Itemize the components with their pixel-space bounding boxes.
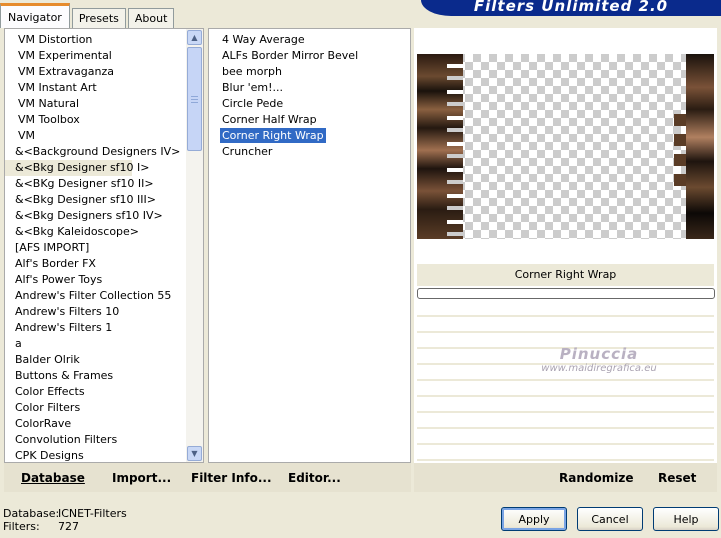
cancel-button[interactable]: Cancel <box>577 507 643 531</box>
filter-item-label: ALFs Border Mirror Bevel <box>222 49 359 62</box>
category-item[interactable]: Alf's Border FX <box>5 256 187 272</box>
category-item[interactable]: VM <box>5 128 187 144</box>
category-item[interactable]: Andrew's Filters 1 <box>5 320 187 336</box>
scroll-up-button[interactable]: ▲ <box>187 30 202 45</box>
watermark-title: Pinuccia <box>559 345 639 363</box>
filter-item[interactable]: 4 Way Average <box>209 32 410 48</box>
filter-item[interactable]: Cruncher <box>209 144 410 160</box>
category-item[interactable]: Color Effects <box>5 384 187 400</box>
filter-item-label: 4 Way Average <box>222 33 305 46</box>
apply-button-label: Apply <box>518 512 550 526</box>
filter-list[interactable]: 4 Way Average ALFs Border Mirror Bevel bee… <box>208 28 411 463</box>
category-item[interactable]: VM Experimental <box>5 48 187 64</box>
category-item[interactable]: Alf's Power Toys <box>5 272 187 288</box>
database-value: ICNET-Filters <box>58 507 127 520</box>
parameter-row <box>417 429 714 445</box>
category-item[interactable]: VM Extravaganza <box>5 64 187 80</box>
category-item[interactable]: Buttons & Frames <box>5 368 187 384</box>
import-button-label: Import... <box>112 470 172 485</box>
filters-count: 727 <box>58 520 79 533</box>
parameter-row <box>417 413 714 429</box>
filter-info-button[interactable]: Filter Info... <box>191 471 272 485</box>
tab-presets[interactable]: Presets <box>71 8 126 28</box>
database-button-label: Database <box>21 470 85 485</box>
watermark-url: www.maidiregrafica.eu <box>541 363 657 374</box>
help-button[interactable]: Help <box>653 507 719 531</box>
grip-icon <box>191 95 198 103</box>
filter-item-label: Corner Half Wrap <box>222 113 317 126</box>
filter-item-label: Cruncher <box>222 145 273 158</box>
reset-button-label: Reset <box>658 471 697 485</box>
scroll-thumb[interactable] <box>187 47 202 151</box>
category-item[interactable]: VM Toolbox <box>5 112 187 128</box>
reset-button[interactable]: Reset <box>658 471 696 485</box>
parameter-row <box>417 397 714 413</box>
category-item[interactable]: VM Distortion <box>5 32 187 48</box>
preview-panel: Corner Right Wrap <box>414 28 717 492</box>
filter-item[interactable]: ALFs Border Mirror Bevel <box>209 48 410 64</box>
editor-button-label: Editor... <box>288 470 341 485</box>
category-item[interactable]: CPK Designs <box>5 448 187 462</box>
parameter-row <box>417 301 714 317</box>
category-item[interactable]: Convolution Filters <box>5 432 187 448</box>
filter-info-button-label: Filter Info... <box>191 470 272 485</box>
right-toolbar: Randomize Reset <box>414 463 717 492</box>
status-info: Database:ICNET-Filters Filters: 727 <box>3 507 127 533</box>
editor-button[interactable]: Editor... <box>288 471 341 485</box>
parameter-rows <box>417 301 714 461</box>
filter-item[interactable]: Circle Pede <box>209 96 410 112</box>
scroll-down-button[interactable]: ▼ <box>187 446 202 461</box>
preview-left-edge <box>417 54 463 239</box>
filter-item-label: bee morph <box>222 65 282 78</box>
category-item[interactable]: Andrew's Filter Collection 55 <box>5 288 187 304</box>
left-toolbar: Database Import... Filter Info... Editor… <box>4 463 411 492</box>
category-item[interactable]: a <box>5 336 187 352</box>
randomize-button[interactable]: Randomize <box>559 471 633 485</box>
filter-item[interactable]: bee morph <box>209 64 410 80</box>
filter-item-label: Corner Right Wrap <box>220 128 326 143</box>
progress-bar <box>417 288 715 299</box>
category-item[interactable]: &<Bkg Kaleidoscope> <box>5 224 187 240</box>
category-item[interactable]: VM Instant Art <box>5 80 187 96</box>
category-item[interactable]: &<Bkg Designers sf10 IV> <box>5 208 187 224</box>
filters-label: Filters: <box>3 520 40 533</box>
filter-item-label: Circle Pede <box>222 97 284 110</box>
category-item[interactable]: &<Bkg Designer sf10 I> <box>5 160 150 176</box>
watermark: Pinuccia www.maidiregrafica.eu <box>534 345 664 374</box>
category-item[interactable]: &<Bkg Designer sf10 III> <box>5 192 187 208</box>
preview-right-edge <box>674 54 714 239</box>
category-item[interactable]: Balder Olrik <box>5 352 187 368</box>
import-button[interactable]: Import... <box>112 471 171 485</box>
database-label: Database: <box>3 507 60 520</box>
category-scrollbar[interactable]: ▲ ▼ <box>186 29 203 462</box>
filter-item-label: Blur 'em!... <box>222 81 283 94</box>
category-item[interactable]: [AFS IMPORT] <box>5 240 187 256</box>
category-panel: VM Distortion VM Experimental VM Extravaga… <box>4 28 204 463</box>
category-item[interactable]: Andrew's Filters 10 <box>5 304 187 320</box>
apply-button[interactable]: Apply <box>501 507 567 531</box>
category-item[interactable]: ColorRave <box>5 416 187 432</box>
help-button-label: Help <box>673 512 699 526</box>
filter-item[interactable]: Corner Right Wrap <box>209 128 410 144</box>
parameter-row <box>417 445 714 461</box>
category-item[interactable]: &<BKg Designer sf10 II> <box>5 176 187 192</box>
app-banner: Filters Unlimited 2.0 <box>421 0 721 16</box>
banner-title: Filters Unlimited 2.0 <box>473 0 669 15</box>
tab-bar: Navigator Presets About <box>0 0 176 28</box>
preview-image <box>417 54 714 239</box>
category-item[interactable]: VM Natural <box>5 96 187 112</box>
tab-navigator[interactable]: Navigator <box>0 3 70 28</box>
cancel-button-label: Cancel <box>591 512 629 526</box>
category-list[interactable]: VM Distortion VM Experimental VM Extravaga… <box>5 29 187 462</box>
database-button[interactable]: Database <box>21 471 85 485</box>
parameter-row <box>417 317 714 333</box>
randomize-button-label: Randomize <box>559 471 634 485</box>
category-item[interactable]: Color Filters <box>5 400 187 416</box>
preview-filter-name: Corner Right Wrap <box>417 264 714 286</box>
filter-item[interactable]: Corner Half Wrap <box>209 112 410 128</box>
parameter-row <box>417 381 714 397</box>
category-item[interactable]: &<Background Designers IV> <box>5 144 187 160</box>
tab-about[interactable]: About <box>127 8 175 28</box>
filter-item[interactable]: Blur 'em!... <box>209 80 410 96</box>
